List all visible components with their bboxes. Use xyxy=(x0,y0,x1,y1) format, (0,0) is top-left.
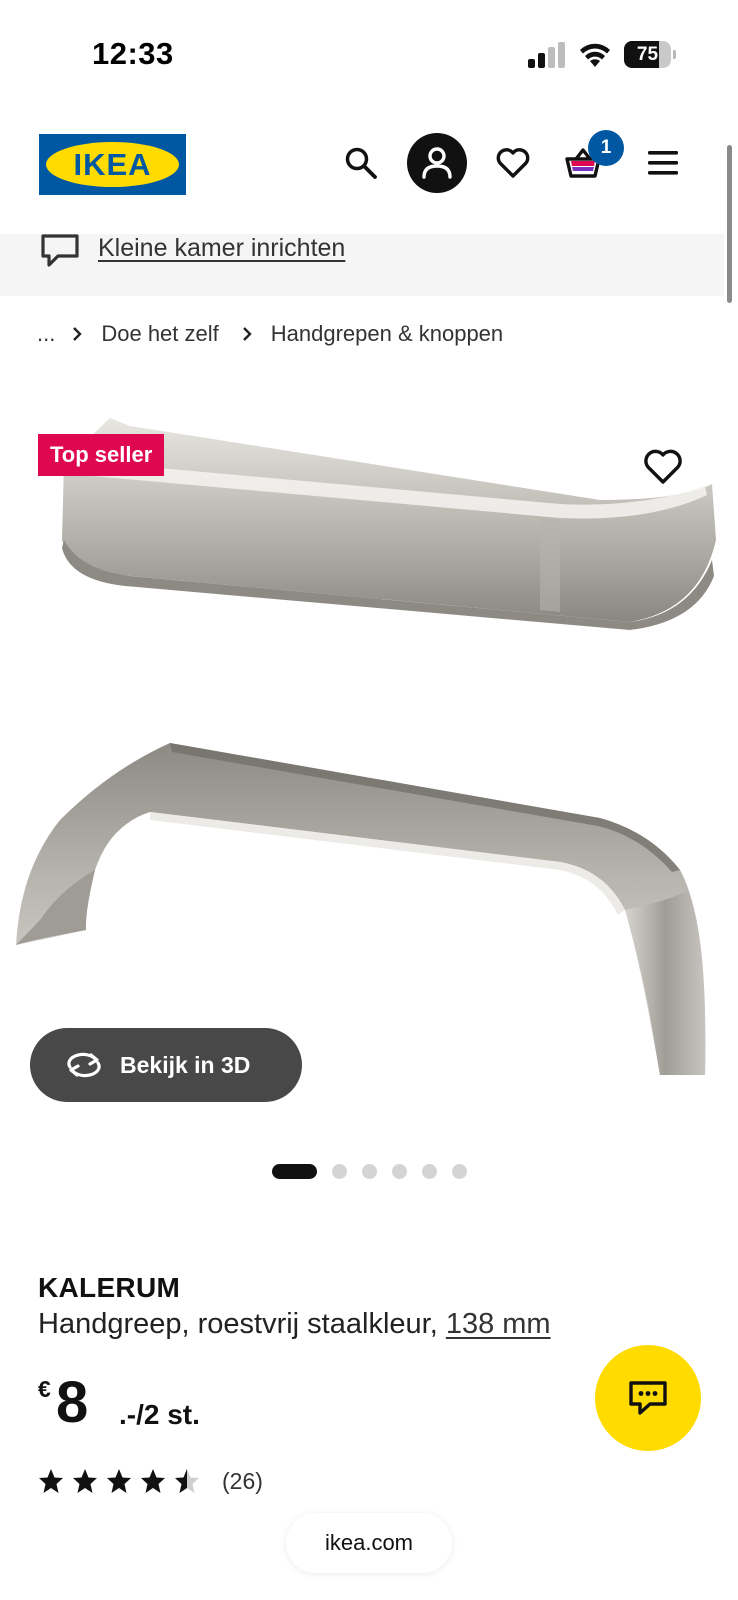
breadcrumb-item[interactable]: Handgrepen & knoppen xyxy=(271,321,503,347)
browser-url-bar[interactable]: ikea.com xyxy=(286,1513,452,1573)
price-currency: € xyxy=(38,1376,51,1402)
ikea-logo[interactable]: IKEA xyxy=(39,134,186,195)
site-header: IKEA 1 xyxy=(0,130,738,196)
view-in-3d-label: Bekijk in 3D xyxy=(120,1051,251,1078)
status-bar: 12:33 75 xyxy=(0,0,738,100)
product-rating[interactable]: (26) xyxy=(38,1467,263,1495)
product-image[interactable] xyxy=(0,400,738,1120)
product-description-text: Handgreep, roestvrij staalkleur, xyxy=(38,1308,438,1340)
product-size-link[interactable]: 138 mm xyxy=(446,1308,551,1340)
product-gallery[interactable]: Top seller Bekijk in 3D xyxy=(0,400,738,1120)
product-description: Handgreep, roestvrij staalkleur, 138 mm xyxy=(38,1308,551,1341)
carousel-dot[interactable] xyxy=(422,1163,437,1179)
carousel-dot[interactable] xyxy=(332,1163,347,1179)
price-integer: 8 xyxy=(56,1370,89,1435)
view-in-3d-button[interactable]: Bekijk in 3D xyxy=(30,1028,302,1102)
heart-icon xyxy=(496,148,530,178)
battery-icon: 75 xyxy=(624,41,676,68)
star-icon xyxy=(39,1469,63,1493)
account-icon xyxy=(422,147,452,179)
half-star-icon xyxy=(175,1469,199,1493)
top-seller-badge: Top seller xyxy=(38,434,165,476)
chevron-right-icon xyxy=(242,327,252,341)
carousel-dot-active[interactable] xyxy=(272,1163,317,1179)
breadcrumb-item[interactable]: Doe het zelf xyxy=(101,321,218,347)
menu-button[interactable] xyxy=(644,144,682,182)
battery-level: 75 xyxy=(636,44,659,65)
breadcrumb-ellipsis[interactable]: ... xyxy=(37,321,55,347)
cart-count-badge: 1 xyxy=(588,130,624,166)
product-name: KALERUM xyxy=(38,1272,181,1303)
account-button[interactable] xyxy=(407,133,467,193)
rotate-3d-icon xyxy=(67,1052,101,1078)
add-to-favourites-heart-icon[interactable] xyxy=(643,448,683,486)
room-banner: Kleine kamer inrichten xyxy=(0,234,724,296)
menu-icon xyxy=(648,151,678,175)
status-time: 12:33 xyxy=(92,36,174,71)
search-icon xyxy=(345,147,377,179)
logo-text: IKEA xyxy=(73,147,152,182)
price-suffix: .-/2 st. xyxy=(119,1399,200,1430)
carousel-indicator xyxy=(272,1163,467,1179)
chat-bubble-icon xyxy=(41,234,79,267)
carousel-dot[interactable] xyxy=(452,1163,467,1179)
chat-icon xyxy=(629,1381,667,1415)
room-inspiration-link[interactable]: Kleine kamer inrichten xyxy=(98,234,345,263)
carousel-dot[interactable] xyxy=(362,1163,377,1179)
search-button[interactable] xyxy=(340,142,382,184)
star-icon xyxy=(107,1469,131,1493)
chat-button[interactable] xyxy=(595,1345,701,1451)
wifi-icon xyxy=(580,43,610,67)
carousel-dot[interactable] xyxy=(392,1163,407,1179)
signal-icon xyxy=(528,42,565,68)
star-icon xyxy=(141,1469,165,1493)
chevron-right-icon xyxy=(73,327,83,341)
review-count[interactable]: (26) xyxy=(222,1468,263,1495)
breadcrumb: ... Doe het zelf Handgrepen & knoppen xyxy=(37,319,503,349)
star-icon xyxy=(73,1469,97,1493)
favourites-button[interactable] xyxy=(492,142,534,184)
scrollbar[interactable] xyxy=(727,145,732,303)
